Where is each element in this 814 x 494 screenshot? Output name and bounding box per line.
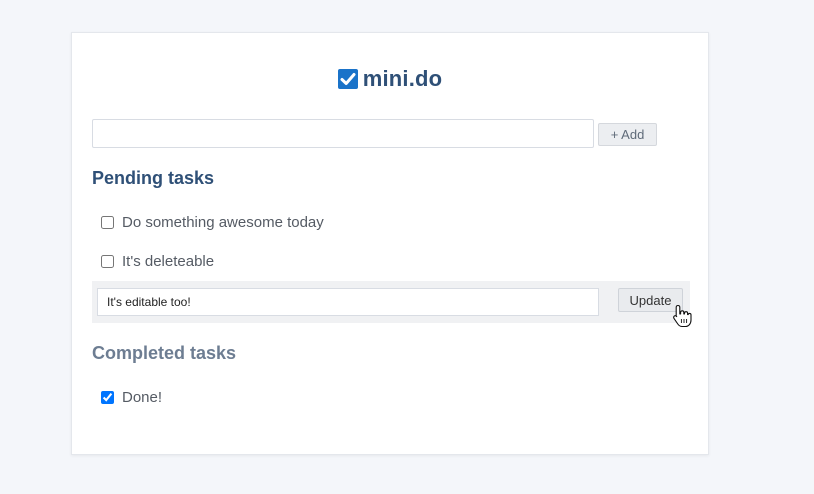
app-header: mini.do	[72, 66, 708, 92]
task-label: Done!	[122, 388, 163, 406]
task-item[interactable]: It's deleteable	[101, 250, 214, 272]
task-item[interactable]: Do something awesome today	[101, 211, 324, 233]
add-task-button[interactable]: + Add	[598, 123, 657, 146]
checkbox-checked-icon	[337, 69, 358, 89]
task-edit-row: Update	[92, 281, 690, 323]
task-checkbox-checked[interactable]	[101, 390, 114, 404]
task-label: Do something awesome today	[122, 213, 324, 231]
app-title: mini.do	[362, 66, 443, 91]
task-label: It's deleteable	[122, 252, 215, 270]
task-checkbox[interactable]	[101, 215, 114, 229]
completed-tasks-heading: Completed tasks	[92, 343, 237, 363]
task-item-completed[interactable]: Done!	[101, 386, 162, 408]
todo-card: mini.do + Add Pending tasks Do something…	[71, 32, 709, 455]
task-checkbox[interactable]	[101, 254, 114, 268]
new-task-input[interactable]	[92, 119, 594, 148]
task-edit-input[interactable]	[97, 288, 599, 316]
update-task-button[interactable]: Update	[618, 288, 683, 312]
pending-tasks-heading: Pending tasks	[92, 168, 215, 188]
